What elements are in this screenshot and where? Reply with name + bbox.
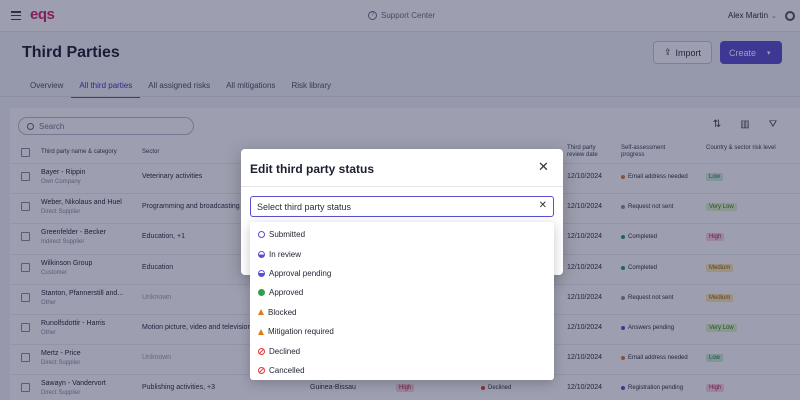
modal-divider — [241, 186, 563, 187]
warning-triangle-icon — [258, 309, 264, 316]
approved-icon — [258, 289, 265, 297]
status-option-submitted[interactable]: Submitted — [250, 225, 554, 244]
status-option-mitigation-required[interactable]: Mitigation required — [250, 322, 554, 341]
declined-icon — [258, 347, 265, 355]
status-select[interactable]: Select third party status ✕ — [250, 196, 554, 217]
close-icon[interactable]: ✕ — [538, 160, 549, 173]
option-label: Blocked — [268, 307, 297, 317]
option-label: Approved — [269, 288, 304, 298]
status-option-cancelled[interactable]: Cancelled — [250, 361, 554, 380]
option-label: Cancelled — [269, 365, 305, 375]
clear-icon[interactable]: ✕ — [539, 200, 547, 211]
warning-triangle-icon — [258, 328, 264, 335]
status-option-approval-pending[interactable]: Approval pending — [250, 264, 554, 283]
cancelled-icon — [258, 366, 265, 374]
option-label: Approval pending — [269, 268, 332, 278]
status-option-in-review[interactable]: In review — [250, 244, 554, 263]
status-option-declined[interactable]: Declined — [250, 341, 554, 360]
approval-pending-icon — [258, 269, 265, 277]
in-review-icon — [258, 250, 265, 258]
status-option-blocked[interactable]: Blocked — [250, 303, 554, 322]
option-label: Declined — [269, 346, 301, 356]
status-dropdown-menu: Submitted In review Approval pending App… — [250, 222, 554, 380]
status-option-approved[interactable]: Approved — [250, 283, 554, 302]
modal-title: Edit third party status — [250, 162, 375, 176]
status-select-placeholder: Select third party status — [257, 201, 352, 212]
submitted-icon — [258, 231, 265, 239]
option-label: In review — [269, 249, 302, 259]
option-label: Mitigation required — [268, 327, 334, 337]
option-label: Submitted — [269, 230, 306, 240]
